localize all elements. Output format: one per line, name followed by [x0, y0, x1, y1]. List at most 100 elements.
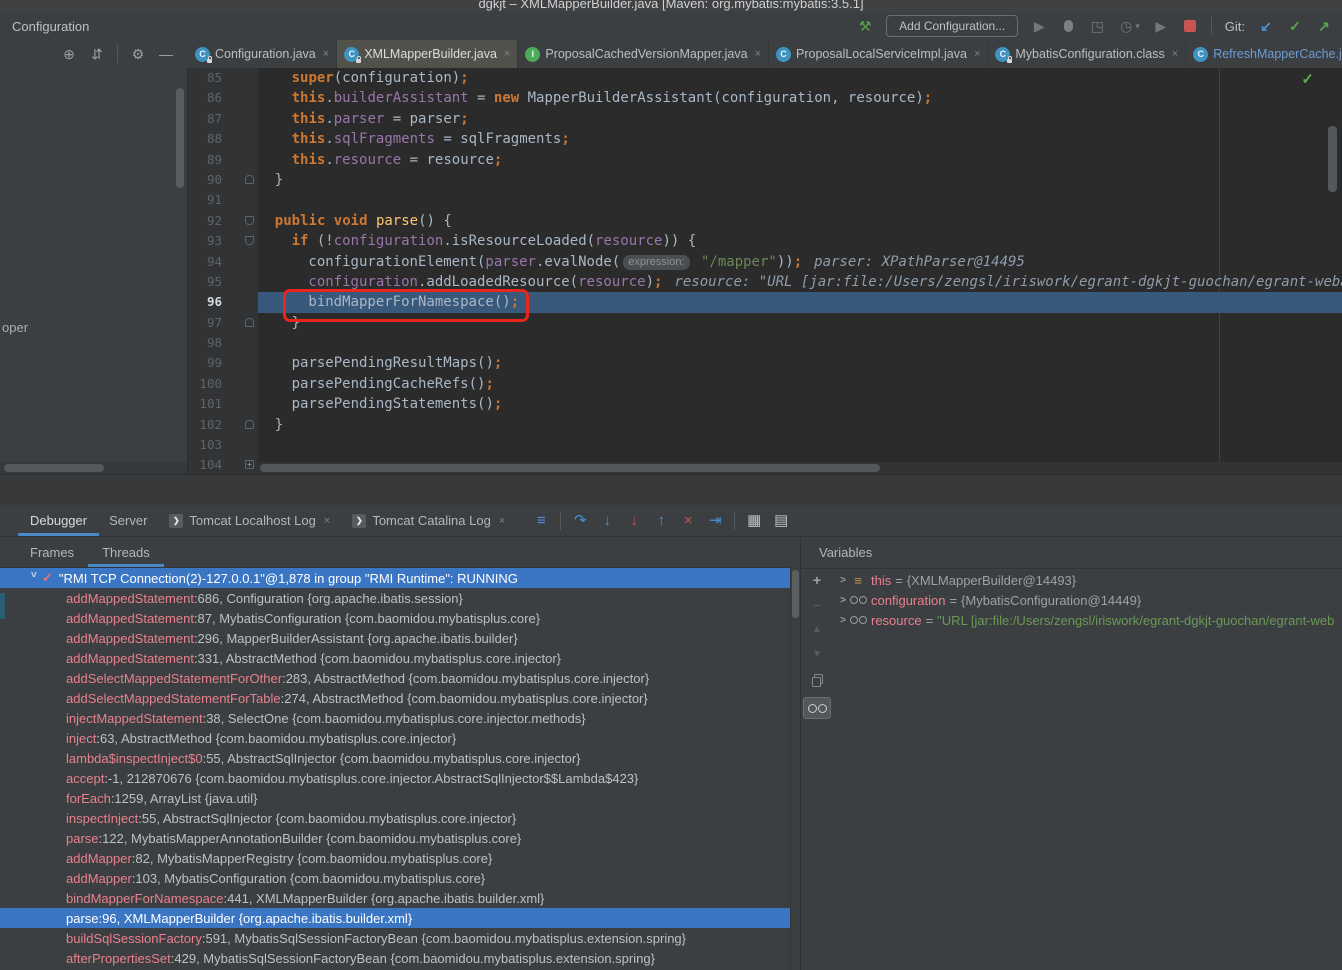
drop-frame-icon[interactable]: ×: [680, 513, 696, 529]
layout-settings-icon[interactable]: ▤: [773, 513, 789, 529]
step-into-icon[interactable]: ↓: [599, 513, 615, 529]
move-up-icon[interactable]: ▲: [809, 622, 825, 638]
debug-tab-debugger[interactable]: Debugger: [30, 505, 87, 536]
tab-frames[interactable]: Frames: [30, 537, 74, 567]
stack-frame[interactable]: injectMappedStatement:38, SelectOne {com…: [0, 708, 790, 728]
show-watches-glasses-icon[interactable]: [803, 697, 831, 719]
splitter[interactable]: [0, 474, 1342, 507]
build-hammer-icon[interactable]: ⚒: [857, 18, 873, 34]
stack-frame[interactable]: parse:122, MybatisMapperAnnotationBuilde…: [0, 828, 790, 848]
git-update-icon[interactable]: ↙: [1258, 18, 1274, 34]
stack-frame[interactable]: addMappedStatement:686, Configuration {o…: [0, 588, 790, 608]
code-text[interactable]: this.sqlFragments = sqlFragments;: [258, 129, 1342, 149]
close-icon[interactable]: ×: [974, 48, 980, 60]
code-text[interactable]: configurationElement(parser.evalNode(exp…: [258, 252, 1342, 272]
fold-marker-icon[interactable]: [245, 420, 254, 429]
chevron-down-icon[interactable]: >: [28, 571, 39, 585]
gutter[interactable]: 86: [188, 88, 258, 108]
gutter[interactable]: 88: [188, 129, 258, 149]
gutter[interactable]: 101: [188, 394, 258, 414]
profile-icon[interactable]: ◳: [1089, 18, 1105, 34]
code-text[interactable]: this.builderAssistant = new MapperBuilde…: [258, 88, 1342, 108]
code-text[interactable]: if (!configuration.isResourceLoaded(reso…: [258, 231, 1342, 251]
editor-tab-proposalcachedversionmapper-java[interactable]: IProposalCachedVersionMapper.java×: [518, 40, 769, 68]
editor-tab-refreshmappercache-java[interactable]: CRefreshMapperCache.java×: [1186, 40, 1342, 68]
git-commit-icon[interactable]: ✓: [1287, 18, 1303, 34]
gutter[interactable]: 104+: [188, 455, 258, 474]
target-icon[interactable]: ⊕: [61, 46, 77, 62]
gutter[interactable]: 100: [188, 374, 258, 394]
close-icon[interactable]: ×: [755, 48, 761, 60]
gutter[interactable]: 90: [188, 170, 258, 190]
code-text[interactable]: this.parser = parser;: [258, 109, 1342, 129]
gutter[interactable]: 89: [188, 150, 258, 170]
gutter[interactable]: 87: [188, 109, 258, 129]
remove-watch-icon[interactable]: −: [809, 597, 825, 613]
code-text[interactable]: }: [258, 170, 1342, 190]
editor-tab-xmlmapperbuilder-java[interactable]: CXMLMapperBuilder.java×: [337, 40, 518, 68]
settings-gear-icon[interactable]: ⚙: [130, 46, 146, 62]
stack-frame[interactable]: buildSqlSessionFactory:591, MybatisSqlSe…: [0, 928, 790, 948]
stack-frame[interactable]: inspectInject:55, AbstractSqlInjector {c…: [0, 808, 790, 828]
stack-frame[interactable]: forEach:1259, ArrayList {java.util}: [0, 788, 790, 808]
debug-tab-tomcat-catalina-log[interactable]: ❯Tomcat Catalina Log×: [352, 505, 505, 536]
panel-horizontal-scrollbar-track[interactable]: [0, 462, 187, 474]
close-icon[interactable]: ×: [504, 48, 510, 60]
panel-horizontal-scrollbar-thumb[interactable]: [4, 464, 104, 472]
fold-marker-icon[interactable]: [245, 236, 254, 245]
stack-frame[interactable]: afterPropertiesSet:429, MybatisSqlSessio…: [0, 948, 790, 968]
gutter[interactable]: 98: [188, 333, 258, 353]
run-icon[interactable]: ▶: [1031, 18, 1047, 34]
stack-frame[interactable]: inject:63, AbstractMethod {com.baomidou.…: [0, 728, 790, 748]
stack-frame[interactable]: addSelectMappedStatementForOther:283, Ab…: [0, 668, 790, 688]
editor-tab-configuration-java[interactable]: CConfiguration.java×: [188, 40, 337, 68]
step-out-icon[interactable]: ↑: [653, 513, 669, 529]
panel-vertical-scrollbar[interactable]: [176, 88, 184, 188]
stack-frame[interactable]: accept:-1, 212870676 {com.baomidou.mybat…: [0, 768, 790, 788]
rerun-icon[interactable]: ▶: [1153, 18, 1169, 34]
stack-frame[interactable]: addSelectMappedStatementForTable:274, Ab…: [0, 688, 790, 708]
editor-tab-mybatisconfiguration-class[interactable]: CMybatisConfiguration.class×: [988, 40, 1186, 68]
gutter[interactable]: 102: [188, 415, 258, 435]
close-icon[interactable]: ×: [1172, 48, 1178, 60]
close-icon[interactable]: ×: [323, 48, 329, 60]
gutter[interactable]: 96: [188, 292, 258, 312]
fold-marker-icon[interactable]: [245, 175, 254, 184]
editor-tab-proposallocalserviceimpl-java[interactable]: CProposalLocalServiceImpl.java×: [769, 40, 988, 68]
gutter[interactable]: 94: [188, 252, 258, 272]
list-icon[interactable]: ≡: [533, 513, 549, 529]
stack-frame[interactable]: addMappedStatement:331, AbstractMethod {…: [0, 648, 790, 668]
code-text[interactable]: }: [258, 415, 1342, 435]
fold-marker-icon[interactable]: +: [245, 460, 254, 469]
step-over-icon[interactable]: ↷: [572, 513, 588, 529]
stop-icon[interactable]: [1182, 18, 1198, 34]
editor-horizontal-scrollbar-thumb[interactable]: [260, 464, 880, 472]
gutter[interactable]: 99: [188, 353, 258, 373]
editor-vertical-scrollbar-thumb[interactable]: [1328, 126, 1337, 192]
frames-scrollbar-thumb[interactable]: [792, 570, 799, 618]
debug-bug-icon[interactable]: [1060, 18, 1076, 34]
chevron-right-icon[interactable]: >: [837, 615, 849, 626]
stack-frame[interactable]: bindMapperForNamespace:441, XMLMapperBui…: [0, 888, 790, 908]
gutter[interactable]: 97: [188, 313, 258, 333]
code-text[interactable]: [258, 333, 1342, 353]
code-text[interactable]: super(configuration);: [258, 68, 1342, 88]
gutter[interactable]: 92: [188, 211, 258, 231]
close-icon[interactable]: ×: [499, 515, 505, 527]
code-text[interactable]: parsePendingCacheRefs();: [258, 374, 1342, 394]
git-push-icon[interactable]: ↗: [1316, 18, 1332, 34]
inspection-ok-icon[interactable]: ✓: [1301, 70, 1314, 88]
close-icon[interactable]: ×: [324, 515, 330, 527]
evaluate-expression-icon[interactable]: ▦: [746, 513, 762, 529]
copy-icon[interactable]: [809, 672, 825, 688]
stack-frame[interactable]: addMapper:103, MybatisConfiguration {com…: [0, 868, 790, 888]
stack-frame[interactable]: parse:96, XMLMapperBuilder {org.apache.i…: [0, 908, 790, 928]
code-text[interactable]: parsePendingResultMaps();: [258, 353, 1342, 373]
force-step-into-icon[interactable]: ↓: [626, 513, 642, 529]
move-down-icon[interactable]: ▼: [809, 647, 825, 663]
collapse-icon[interactable]: ⇵: [89, 46, 105, 62]
run-to-cursor-icon[interactable]: ⇥: [707, 513, 723, 529]
debug-tab-tomcat-localhost-log[interactable]: ❯Tomcat Localhost Log×: [169, 505, 330, 536]
thread-row[interactable]: > ✓ "RMI TCP Connection(2)-127.0.0.1"@1,…: [0, 568, 790, 588]
code-text[interactable]: public void parse() {: [258, 211, 1342, 231]
